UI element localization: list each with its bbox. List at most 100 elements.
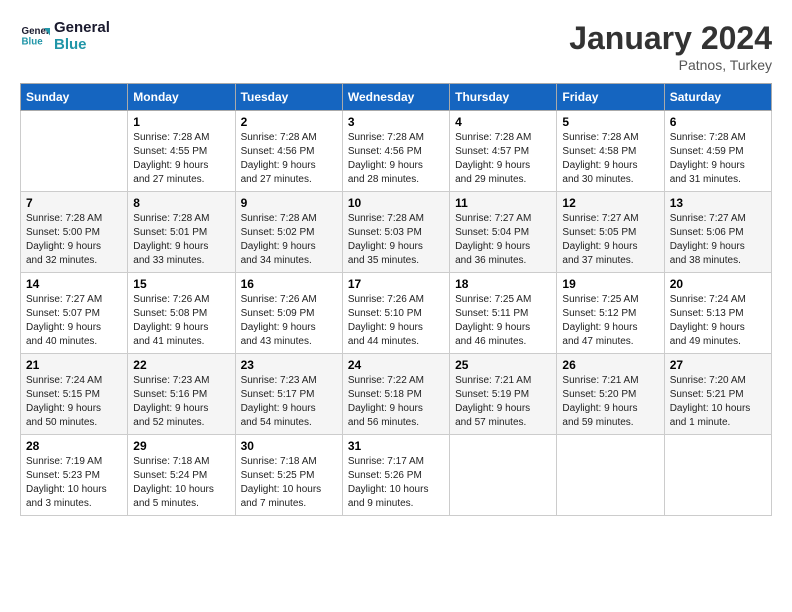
calendar-cell: 7Sunrise: 7:28 AM Sunset: 5:00 PM Daylig…: [21, 192, 128, 273]
cell-content: Sunrise: 7:27 AM Sunset: 5:05 PM Dayligh…: [562, 212, 658, 268]
day-number: 9: [241, 196, 337, 210]
header-wednesday: Wednesday: [342, 84, 449, 111]
day-number: 30: [241, 439, 337, 453]
week-row-2: 7Sunrise: 7:28 AM Sunset: 5:00 PM Daylig…: [21, 192, 772, 273]
calendar-cell: 10Sunrise: 7:28 AM Sunset: 5:03 PM Dayli…: [342, 192, 449, 273]
day-number: 2: [241, 115, 337, 129]
page-header: General Blue General Blue January 2024 P…: [20, 20, 772, 73]
calendar-cell: [557, 435, 664, 516]
month-title: January 2024: [569, 20, 772, 57]
calendar-cell: 13Sunrise: 7:27 AM Sunset: 5:06 PM Dayli…: [664, 192, 771, 273]
day-number: 11: [455, 196, 551, 210]
calendar-table: SundayMondayTuesdayWednesdayThursdayFrid…: [20, 83, 772, 516]
calendar-cell: 29Sunrise: 7:18 AM Sunset: 5:24 PM Dayli…: [128, 435, 235, 516]
cell-content: Sunrise: 7:24 AM Sunset: 5:15 PM Dayligh…: [26, 374, 122, 430]
calendar-cell: 16 Sunrise: 7:26 AM Sunset: 5:09 PM Dayli…: [235, 273, 342, 354]
logo-text-blue: Blue: [54, 37, 110, 54]
day-number: 12: [562, 196, 658, 210]
calendar-header-row: SundayMondayTuesdayWednesdayThursdayFrid…: [21, 84, 772, 111]
calendar-cell: 19 Sunrise: 7:25 AM Sunset: 5:12 PM Dayli…: [557, 273, 664, 354]
day-number: 16: [241, 277, 337, 291]
calendar-cell: 3 Sunrise: 7:28 AM Sunset: 4:56 PM Daylig…: [342, 111, 449, 192]
day-number: 3: [348, 115, 444, 129]
day-number: 13: [670, 196, 766, 210]
header-thursday: Thursday: [450, 84, 557, 111]
day-number: 1: [133, 115, 229, 129]
cell-content: Sunrise: 7:19 AM Sunset: 5:23 PM Dayligh…: [26, 455, 122, 511]
calendar-cell: 11 Sunrise: 7:27 AM Sunset: 5:04 PM Dayli…: [450, 192, 557, 273]
logo-text-general: General: [54, 20, 110, 37]
calendar-cell: 1 Sunrise: 7:28 AM Sunset: 4:55 PM Daylig…: [128, 111, 235, 192]
cell-content: Sunrise: 7:28 AM Sunset: 4:56 PM Dayligh…: [241, 131, 337, 187]
calendar-cell: [450, 435, 557, 516]
week-row-4: 21Sunrise: 7:24 AM Sunset: 5:15 PM Dayli…: [21, 354, 772, 435]
cell-content: Sunrise: 7:28 AM Sunset: 5:02 PM Dayligh…: [241, 212, 337, 268]
calendar-cell: 27 Sunrise: 7:20 AM Sunset: 5:21 PM Dayli…: [664, 354, 771, 435]
cell-content: Sunrise: 7:26 AM Sunset: 5:08 PM Dayligh…: [133, 293, 229, 349]
day-number: 6: [670, 115, 766, 129]
cell-content: Sunrise: 7:20 AM Sunset: 5:21 PM Dayligh…: [670, 374, 766, 430]
day-number: 15: [133, 277, 229, 291]
calendar-cell: 14 Sunrise: 7:27 AM Sunset: 5:07 PM Dayli…: [21, 273, 128, 354]
cell-content: Sunrise: 7:28 AM Sunset: 5:00 PM Dayligh…: [26, 212, 122, 268]
day-number: 23: [241, 358, 337, 372]
header-friday: Friday: [557, 84, 664, 111]
cell-content: Sunrise: 7:25 AM Sunset: 5:11 PM Dayligh…: [455, 293, 551, 349]
day-number: 19: [562, 277, 658, 291]
calendar-cell: 17Sunrise: 7:26 AM Sunset: 5:10 PM Dayli…: [342, 273, 449, 354]
logo-icon: General Blue: [20, 22, 50, 52]
calendar-cell: 23Sunrise: 7:23 AM Sunset: 5:17 PM Dayli…: [235, 354, 342, 435]
day-number: 31: [348, 439, 444, 453]
cell-content: Sunrise: 7:28 AM Sunset: 4:57 PM Dayligh…: [455, 131, 551, 187]
week-row-1: 1 Sunrise: 7:28 AM Sunset: 4:55 PM Daylig…: [21, 111, 772, 192]
day-number: 22: [133, 358, 229, 372]
calendar-cell: 2 Sunrise: 7:28 AM Sunset: 4:56 PM Daylig…: [235, 111, 342, 192]
day-number: 17: [348, 277, 444, 291]
calendar-cell: 20Sunrise: 7:24 AM Sunset: 5:13 PM Dayli…: [664, 273, 771, 354]
calendar-cell: 18Sunrise: 7:25 AM Sunset: 5:11 PM Dayli…: [450, 273, 557, 354]
calendar-cell: 26Sunrise: 7:21 AM Sunset: 5:20 PM Dayli…: [557, 354, 664, 435]
header-sunday: Sunday: [21, 84, 128, 111]
calendar-cell: [21, 111, 128, 192]
calendar-cell: 21Sunrise: 7:24 AM Sunset: 5:15 PM Dayli…: [21, 354, 128, 435]
calendar-cell: 4 Sunrise: 7:28 AM Sunset: 4:57 PM Daylig…: [450, 111, 557, 192]
day-number: 27: [670, 358, 766, 372]
calendar-cell: 28Sunrise: 7:19 AM Sunset: 5:23 PM Dayli…: [21, 435, 128, 516]
calendar-cell: 12 Sunrise: 7:27 AM Sunset: 5:05 PM Dayli…: [557, 192, 664, 273]
week-row-5: 28Sunrise: 7:19 AM Sunset: 5:23 PM Dayli…: [21, 435, 772, 516]
cell-content: Sunrise: 7:28 AM Sunset: 4:55 PM Dayligh…: [133, 131, 229, 187]
cell-content: Sunrise: 7:26 AM Sunset: 5:09 PM Dayligh…: [241, 293, 337, 349]
day-number: 14: [26, 277, 122, 291]
cell-content: Sunrise: 7:28 AM Sunset: 4:56 PM Dayligh…: [348, 131, 444, 187]
cell-content: Sunrise: 7:27 AM Sunset: 5:04 PM Dayligh…: [455, 212, 551, 268]
day-number: 5: [562, 115, 658, 129]
cell-content: Sunrise: 7:22 AM Sunset: 5:18 PM Dayligh…: [348, 374, 444, 430]
cell-content: Sunrise: 7:25 AM Sunset: 5:12 PM Dayligh…: [562, 293, 658, 349]
day-number: 29: [133, 439, 229, 453]
cell-content: Sunrise: 7:21 AM Sunset: 5:19 PM Dayligh…: [455, 374, 551, 430]
week-row-3: 14 Sunrise: 7:27 AM Sunset: 5:07 PM Dayli…: [21, 273, 772, 354]
calendar-cell: 8Sunrise: 7:28 AM Sunset: 5:01 PM Daylig…: [128, 192, 235, 273]
day-number: 8: [133, 196, 229, 210]
day-number: 24: [348, 358, 444, 372]
day-number: 20: [670, 277, 766, 291]
day-number: 4: [455, 115, 551, 129]
calendar-cell: [664, 435, 771, 516]
header-tuesday: Tuesday: [235, 84, 342, 111]
calendar-cell: 5 Sunrise: 7:28 AM Sunset: 4:58 PM Daylig…: [557, 111, 664, 192]
cell-content: Sunrise: 7:28 AM Sunset: 4:58 PM Dayligh…: [562, 131, 658, 187]
cell-content: Sunrise: 7:28 AM Sunset: 4:59 PM Dayligh…: [670, 131, 766, 187]
day-number: 25: [455, 358, 551, 372]
svg-text:Blue: Blue: [22, 36, 44, 47]
cell-content: Sunrise: 7:28 AM Sunset: 5:03 PM Dayligh…: [348, 212, 444, 268]
calendar-cell: 25 Sunrise: 7:21 AM Sunset: 5:19 PM Dayli…: [450, 354, 557, 435]
calendar-cell: 22 Sunrise: 7:23 AM Sunset: 5:16 PM Dayli…: [128, 354, 235, 435]
cell-content: Sunrise: 7:23 AM Sunset: 5:16 PM Dayligh…: [133, 374, 229, 430]
cell-content: Sunrise: 7:27 AM Sunset: 5:07 PM Dayligh…: [26, 293, 122, 349]
calendar-cell: 30Sunrise: 7:18 AM Sunset: 5:25 PM Dayli…: [235, 435, 342, 516]
header-saturday: Saturday: [664, 84, 771, 111]
calendar-cell: 15 Sunrise: 7:26 AM Sunset: 5:08 PM Dayli…: [128, 273, 235, 354]
cell-content: Sunrise: 7:17 AM Sunset: 5:26 PM Dayligh…: [348, 455, 444, 511]
calendar-cell: 24 Sunrise: 7:22 AM Sunset: 5:18 PM Dayli…: [342, 354, 449, 435]
calendar-cell: 6 Sunrise: 7:28 AM Sunset: 4:59 PM Daylig…: [664, 111, 771, 192]
